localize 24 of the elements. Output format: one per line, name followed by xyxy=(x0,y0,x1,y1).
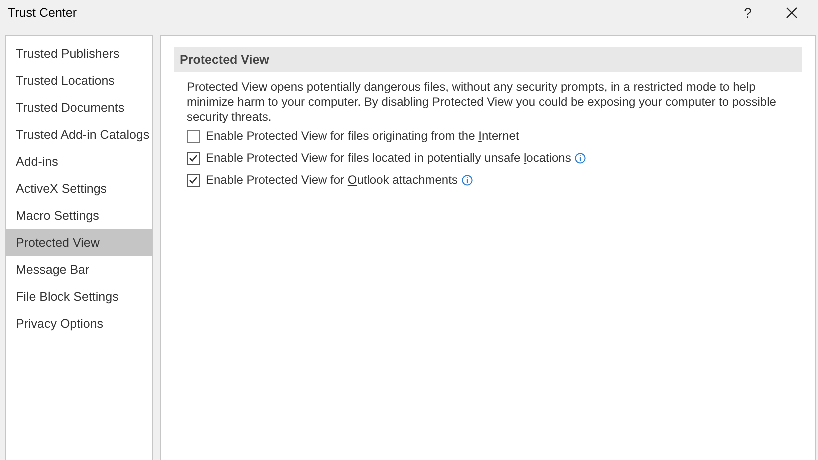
window-title: Trust Center xyxy=(8,6,78,20)
sidebar-item[interactable]: Message Bar xyxy=(6,256,152,283)
help-button[interactable]: ? xyxy=(730,1,766,25)
section-header: Protected View xyxy=(174,47,802,72)
sidebar-item[interactable]: Trusted Locations xyxy=(6,67,152,94)
checkbox-label[interactable]: Enable Protected View for files located in potentially unsafe locations xyxy=(206,151,572,165)
sidebar-item[interactable]: ActiveX Settings xyxy=(6,175,152,202)
sidebar-item[interactable]: Privacy Options xyxy=(6,310,152,337)
info-icon xyxy=(575,152,586,164)
checkbox-label[interactable]: Enable Protected View for files originating from the Internet xyxy=(206,129,520,143)
sidebar-item[interactable]: Macro Settings xyxy=(6,202,152,229)
section-description: Protected View opens potentially dangerous files, without any security prompts, in a restricted mode to help minimize harm to your computer. By disabling Protected View you could be exposing your computer to possible security threats. xyxy=(187,80,778,125)
checkbox[interactable] xyxy=(187,174,200,186)
sidebar-item[interactable]: Protected View xyxy=(6,229,152,256)
checkbox-label[interactable]: Enable Protected View for Outlook attachments xyxy=(206,173,458,187)
sidebar-item[interactable]: File Block Settings xyxy=(6,283,152,310)
sidebar-item[interactable]: Add-ins xyxy=(6,148,152,175)
close-icon xyxy=(786,7,798,19)
info-icon xyxy=(462,174,473,186)
checkbox[interactable] xyxy=(187,130,200,142)
sidebar-item[interactable]: Trusted Add-in Catalogs xyxy=(6,121,152,148)
sidebar-item[interactable]: Trusted Documents xyxy=(6,94,152,121)
checkbox[interactable] xyxy=(187,152,200,164)
sidebar-item[interactable]: Trusted Publishers xyxy=(6,40,152,67)
